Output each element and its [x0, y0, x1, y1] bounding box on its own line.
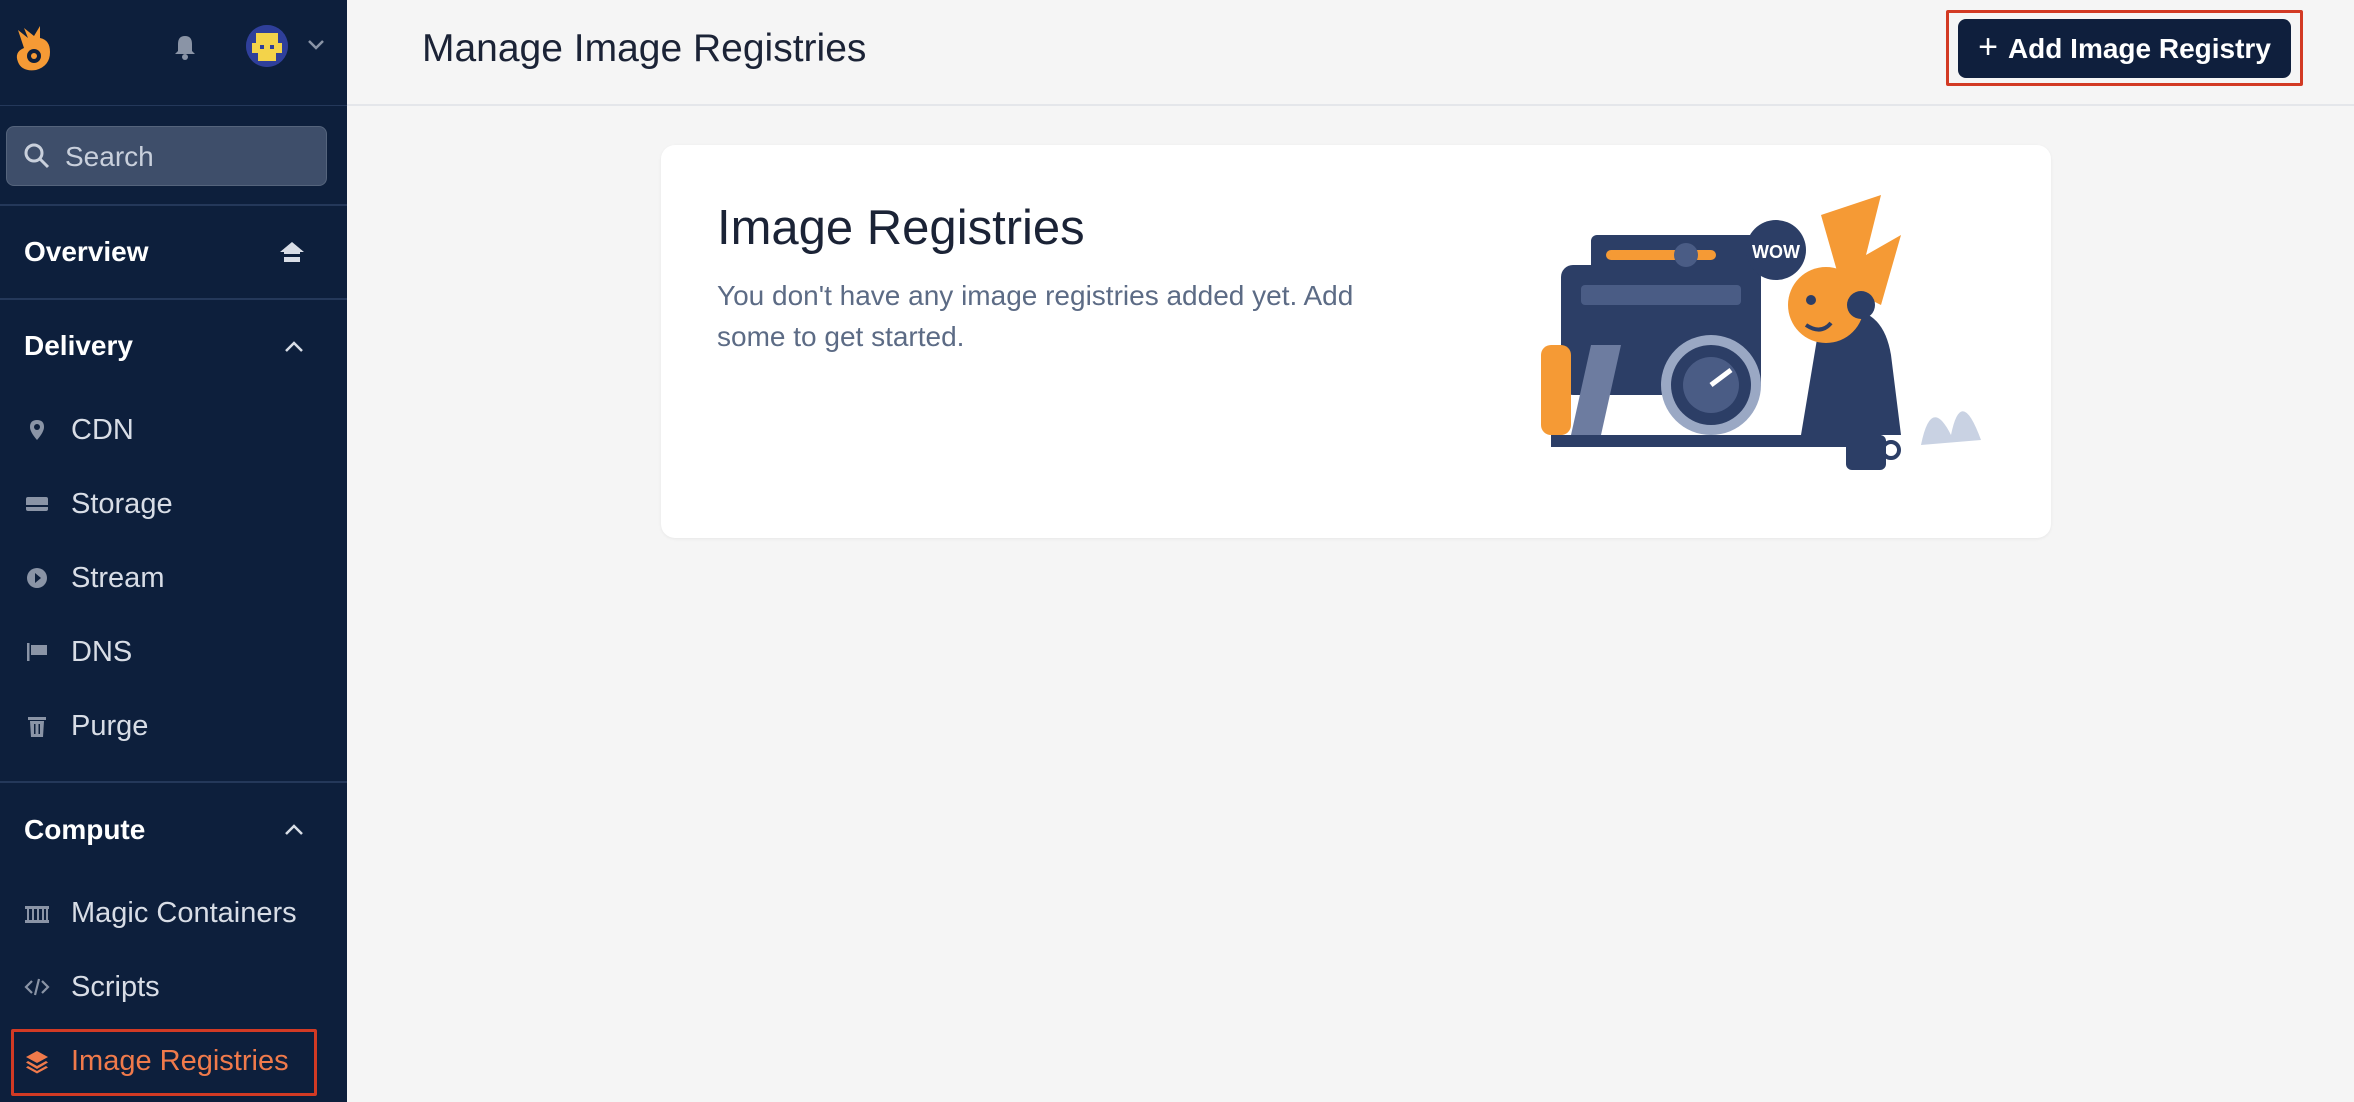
sidebar-item-dns[interactable]: DNS — [0, 622, 347, 682]
sidebar-item-stream[interactable]: Stream — [0, 548, 347, 608]
add-button-label: Add Image Registry — [2007, 32, 2271, 64]
empty-state-illustration: WOW — [1541, 195, 1981, 470]
storage-icon — [26, 497, 48, 511]
section-compute[interactable]: Compute — [24, 814, 145, 846]
sidebar-item-label: Magic Containers — [71, 897, 297, 929]
empty-state-card: Image Registries You don't have any imag… — [661, 145, 2051, 538]
sidebar-item-scripts[interactable]: Scripts — [0, 957, 347, 1017]
sidebar-item-cdn[interactable]: CDN — [0, 400, 347, 460]
card-description: You don't have any image registries adde… — [717, 280, 1354, 352]
plus-icon: + — [1978, 27, 1998, 66]
highlight-box — [11, 1029, 317, 1096]
divider — [0, 298, 347, 300]
trash-icon — [28, 717, 46, 737]
search-icon — [24, 143, 50, 169]
sidebar-item-magic-containers[interactable]: Magic Containers — [0, 883, 347, 943]
page-title: Manage Image Registries — [422, 27, 867, 70]
sidebar-item-label: DNS — [71, 636, 133, 668]
sidebar-item-label: Purge — [71, 710, 149, 742]
location-pin-icon — [30, 420, 44, 440]
chevron-up-icon[interactable] — [280, 816, 308, 844]
sidebar: Search Overview Delivery CDN Storage Str… — [0, 0, 347, 1102]
chevron-down-icon[interactable] — [306, 38, 326, 52]
play-circle-icon — [27, 568, 47, 588]
sidebar-item-label: Scripts — [71, 971, 160, 1003]
search-input[interactable]: Search — [6, 126, 327, 186]
notification-bell-icon[interactable] — [170, 32, 200, 62]
wow-bubble-text: WOW — [1752, 242, 1800, 262]
page-header: Manage Image Registries + Add Image Regi… — [347, 0, 2354, 106]
card-title: Image Registries — [717, 201, 1085, 255]
divider — [0, 781, 347, 783]
avatar[interactable] — [246, 25, 288, 67]
sidebar-item-purge[interactable]: Purge — [0, 696, 347, 756]
search-placeholder: Search — [65, 141, 154, 172]
add-image-registry-button[interactable]: + Add Image Registry — [1958, 19, 2291, 78]
flag-icon — [27, 643, 47, 661]
sidebar-item-overview[interactable]: Overview — [24, 236, 149, 268]
sidebar-item-label: CDN — [71, 414, 134, 446]
bunny-logo-icon[interactable] — [10, 24, 56, 74]
containers-icon — [25, 906, 49, 923]
sidebar-header — [0, 0, 347, 106]
sidebar-item-label: Storage — [71, 488, 173, 520]
home-icon — [280, 242, 304, 262]
sidebar-item-storage[interactable]: Storage — [0, 474, 347, 534]
chevron-up-icon[interactable] — [280, 333, 308, 361]
section-delivery[interactable]: Delivery — [24, 330, 133, 362]
divider — [0, 204, 347, 206]
code-icon — [24, 978, 50, 996]
sidebar-item-label: Stream — [71, 562, 165, 594]
